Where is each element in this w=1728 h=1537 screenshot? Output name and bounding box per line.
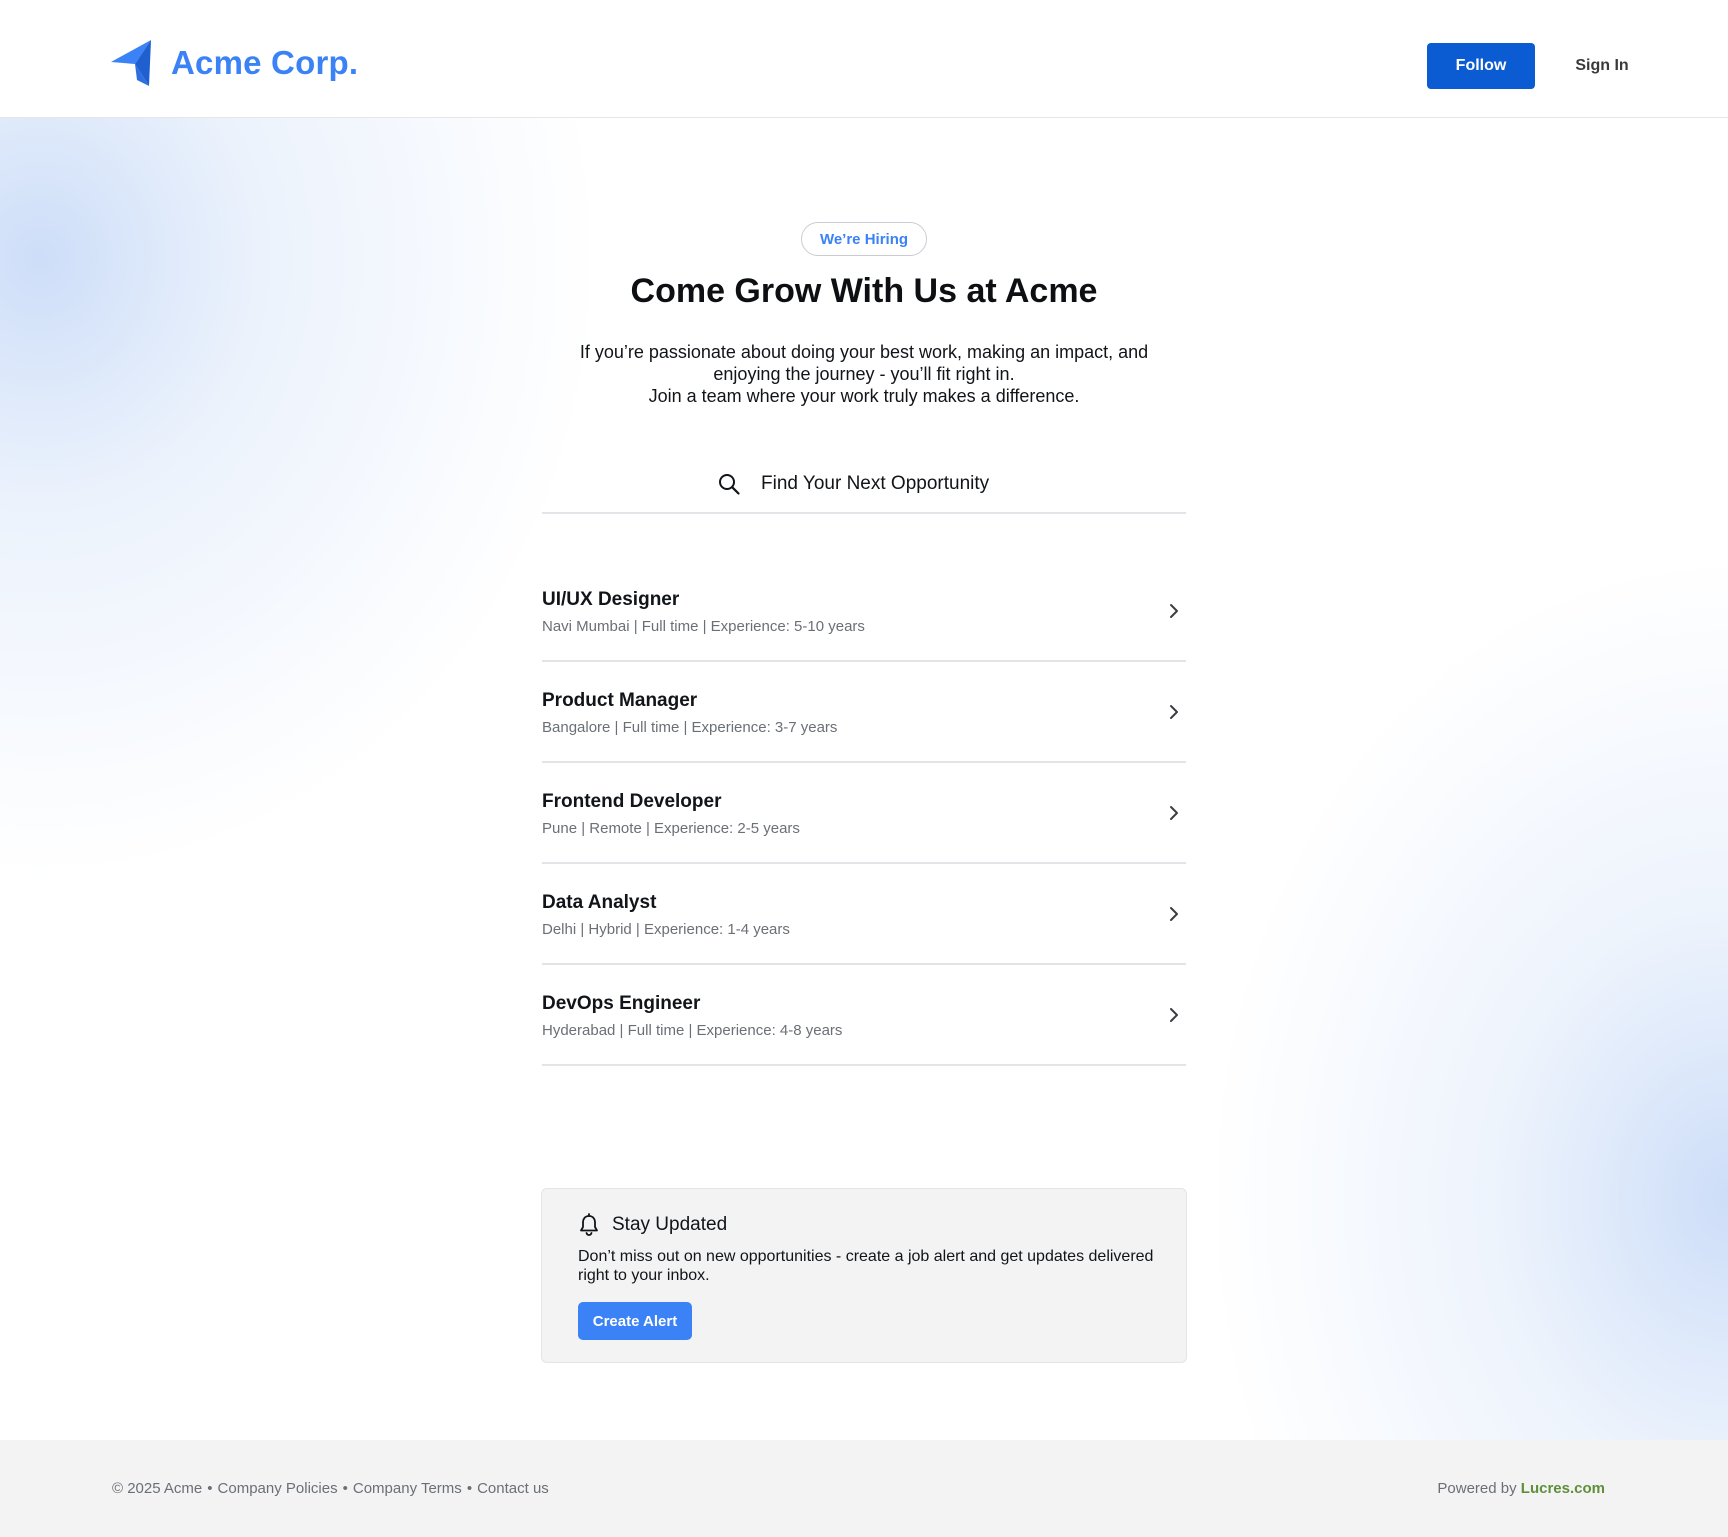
- job-item[interactable]: Product Manager Bangalore | Full time | …: [542, 662, 1186, 763]
- job-item[interactable]: UI/UX Designer Navi Mumbai | Full time |…: [542, 561, 1186, 662]
- site-header: Acme Corp. Follow Sign In: [0, 0, 1728, 118]
- brand-logo[interactable]: Acme Corp.: [111, 40, 358, 86]
- paper-plane-icon: [111, 40, 151, 86]
- job-meta: Navi Mumbai | Full time | Experience: 5-…: [542, 618, 865, 635]
- hiring-badge: We’re Hiring: [801, 222, 927, 256]
- chevron-right-icon: [1170, 604, 1178, 618]
- hero-description-line: If you’re passionate about doing your be…: [579, 342, 1149, 362]
- hero-description-line: enjoying the journey - you’ll fit right …: [713, 364, 1015, 384]
- job-meta: Hyderabad | Full time | Experience: 4-8 …: [542, 1022, 843, 1039]
- job-item[interactable]: Frontend Developer Pune | Remote | Exper…: [542, 763, 1186, 864]
- careers-page: Acme Corp. Follow Sign In We’re Hiring C…: [0, 0, 1728, 1537]
- powered-by-prefix: Powered by: [1437, 1480, 1521, 1497]
- footer-link-company-terms[interactable]: Company Terms: [353, 1480, 462, 1497]
- footer-separator: •: [342, 1480, 348, 1497]
- job-meta: Pune | Remote | Experience: 2-5 years: [542, 820, 800, 837]
- footer-links: © 2025 Acme • Company Policies • Company…: [112, 1480, 549, 1497]
- create-alert-button[interactable]: Create Alert: [578, 1302, 692, 1340]
- alert-title: Stay Updated: [612, 1214, 728, 1235]
- copyright-text: © 2025 Acme: [112, 1480, 203, 1497]
- job-meta: Delhi | Hybrid | Experience: 1-4 years: [542, 921, 790, 938]
- powered-by-link[interactable]: Lucres.com: [1521, 1480, 1605, 1497]
- alert-header: Stay Updated: [578, 1213, 727, 1237]
- job-title: Frontend Developer: [542, 791, 722, 812]
- search-input[interactable]: [761, 464, 1011, 504]
- powered-by: Powered by Lucres.com: [1437, 1480, 1605, 1497]
- chevron-right-icon: [1170, 1008, 1178, 1022]
- job-alert-card: Stay Updated Don’t miss out on new oppor…: [541, 1188, 1187, 1363]
- job-list: UI/UX Designer Navi Mumbai | Full time |…: [542, 561, 1186, 1066]
- job-title: UI/UX Designer: [542, 589, 680, 610]
- hero-description-line: Join a team where your work truly makes …: [648, 386, 1080, 406]
- job-title: DevOps Engineer: [542, 993, 701, 1014]
- footer-separator: •: [207, 1480, 213, 1497]
- footer-link-company-policies[interactable]: Company Policies: [218, 1480, 338, 1497]
- brand-name: Acme Corp.: [171, 44, 359, 81]
- footer-separator: •: [466, 1480, 473, 1497]
- job-item[interactable]: DevOps Engineer Hyderabad | Full time | …: [542, 965, 1186, 1066]
- hero-description: If you’re passionate about doing your be…: [464, 341, 1264, 407]
- search-icon: [719, 474, 740, 495]
- bell-icon: [580, 1213, 598, 1236]
- job-title: Data Analyst: [542, 892, 657, 913]
- sign-in-button[interactable]: Sign In: [1560, 43, 1644, 89]
- site-footer: © 2025 Acme • Company Policies • Company…: [0, 1440, 1728, 1537]
- job-search[interactable]: [542, 464, 1186, 514]
- page-title: Come Grow With Us at Acme: [630, 272, 1098, 310]
- job-item[interactable]: Data Analyst Delhi | Hybrid | Experience…: [542, 864, 1186, 965]
- chevron-right-icon: [1170, 907, 1178, 921]
- chevron-right-icon: [1170, 705, 1178, 719]
- job-title: Product Manager: [542, 690, 698, 711]
- alert-description: Don’t miss out on new opportunities - cr…: [578, 1248, 1154, 1284]
- job-meta: Bangalore | Full time | Experience: 3-7 …: [542, 719, 838, 736]
- footer-link-contact-us[interactable]: Contact us: [477, 1480, 549, 1497]
- chevron-right-icon: [1170, 806, 1178, 820]
- follow-button[interactable]: Follow: [1427, 43, 1535, 89]
